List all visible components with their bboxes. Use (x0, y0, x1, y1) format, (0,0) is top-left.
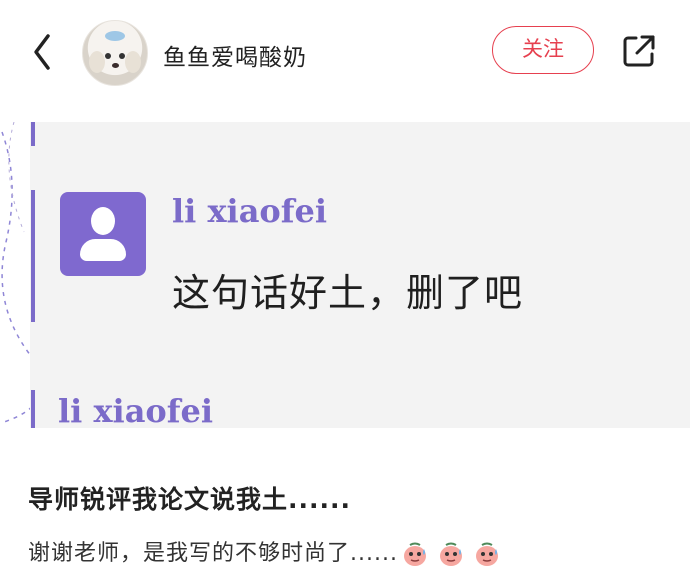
follow-button[interactable]: 关注 (492, 26, 594, 74)
quote-bar (31, 122, 35, 146)
quoted-comment: 这句话好土，删了吧 (172, 271, 524, 315)
post-body-text: 谢谢老师，是我写的不够时尚了...... (28, 541, 398, 566)
emoji-row (402, 541, 502, 567)
sweat-smile-emoji-icon (475, 542, 498, 566)
back-button[interactable] (28, 30, 62, 74)
post-image[interactable]: li xiaofei 这句话好土，删了吧 li xiaofei (0, 122, 690, 428)
post-body: 谢谢老师，是我写的不够时尚了...... (28, 535, 502, 567)
post-title: 导师锐评我论文说我土...... (28, 485, 351, 514)
quote-bar (31, 390, 35, 428)
default-user-icon (60, 192, 146, 276)
avatar[interactable] (82, 20, 148, 86)
sweat-smile-emoji-icon (439, 542, 462, 566)
quote-bar (31, 190, 35, 322)
share-icon (623, 35, 655, 67)
share-button[interactable] (620, 32, 658, 70)
post-header: 鱼鱼爱喝酸奶 关注 (0, 0, 690, 108)
quoted-user-name: li xiaofei (58, 392, 214, 428)
author-name[interactable]: 鱼鱼爱喝酸奶 (163, 38, 307, 72)
chevron-left-icon (34, 34, 50, 70)
quoted-user-name: li xiaofei (172, 192, 328, 230)
dotted-sidebar (0, 122, 43, 428)
sweat-smile-emoji-icon (403, 542, 426, 566)
